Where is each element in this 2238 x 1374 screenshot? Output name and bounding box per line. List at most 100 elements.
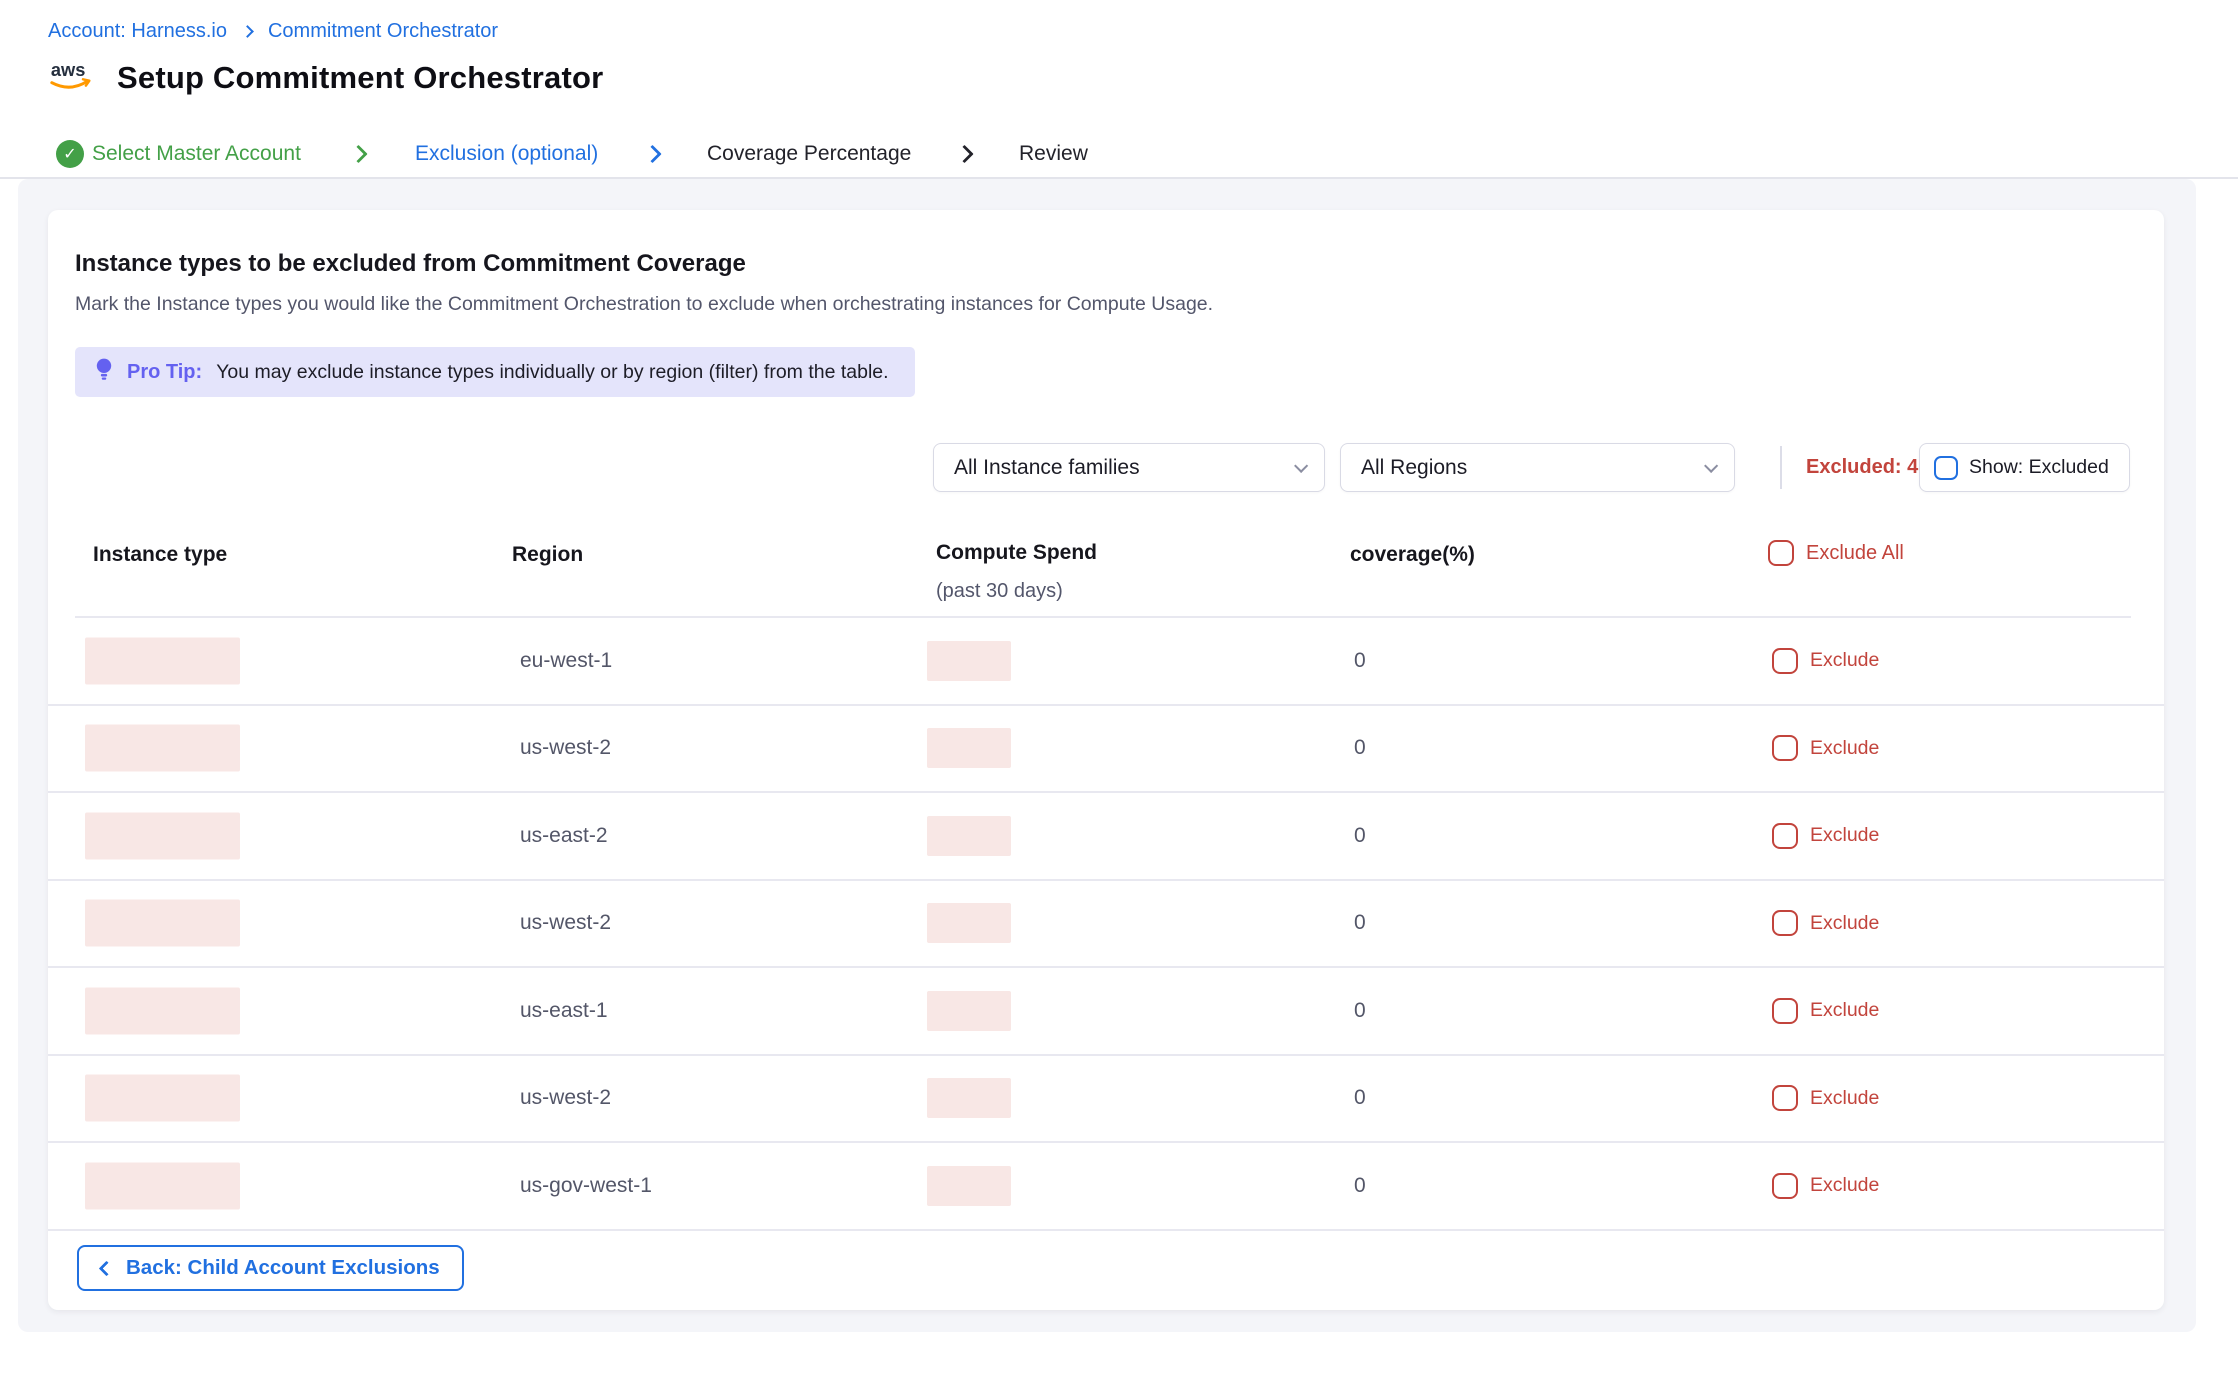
card-subheading: Mark the Instance types you would like t… [75,293,1213,316]
region-cell: us-west-2 [520,736,611,760]
column-header-compute-spend-sub: (past 30 days) [936,580,1063,603]
page-title: Setup Commitment Orchestrator [117,60,603,96]
compute-spend-placeholder [927,903,1011,943]
instance-type-placeholder [85,987,240,1034]
instance-type-placeholder [85,1162,240,1209]
coverage-cell: 0 [1354,1086,1366,1110]
step-wizard: ✓ Select Master Account Exclusion (optio… [0,130,2238,178]
filters-divider [1780,446,1782,489]
table-row: us-gov-west-1 0 Exclude [48,1143,2164,1231]
region-cell: us-east-1 [520,999,608,1023]
exclude-checkbox[interactable] [1772,998,1798,1024]
tab-select-master-account[interactable]: Select Master Account [92,142,301,166]
chevron-left-icon [99,1260,115,1276]
column-header-compute-spend: Compute Spend [936,541,1097,565]
back-button-label: Back: Child Account Exclusions [126,1256,440,1280]
exclude-checkbox[interactable] [1772,823,1798,849]
excluded-count-badge: Excluded: 41 [1806,456,1929,479]
exclude-control: Exclude [1772,648,1879,674]
breadcrumb-account-link[interactable]: Account: Harness.io [48,20,227,43]
instance-families-select[interactable]: All Instance families [933,443,1325,492]
exclude-control: Exclude [1772,735,1879,761]
exclude-checkbox[interactable] [1772,1173,1798,1199]
coverage-cell: 0 [1354,999,1366,1023]
instance-families-value: All Instance families [954,456,1140,480]
table-row: us-east-1 0 Exclude [48,968,2164,1056]
exclude-label[interactable]: Exclude [1810,1087,1879,1110]
chevron-right-icon [643,145,661,163]
protip-text: You may exclude instance types individua… [216,361,888,384]
show-excluded-label: Show: Excluded [1969,456,2109,479]
check-circle-icon: ✓ [56,140,84,168]
table-row: us-east-2 0 Exclude [48,793,2164,881]
chevron-down-icon [1704,458,1718,472]
exclude-label[interactable]: Exclude [1810,649,1879,672]
column-header-region: Region [512,543,583,567]
exclude-label[interactable]: Exclude [1810,824,1879,847]
coverage-cell: 0 [1354,824,1366,848]
exclude-control: Exclude [1772,910,1879,936]
protip-banner: Pro Tip: You may exclude instance types … [75,347,915,397]
compute-spend-placeholder [927,728,1011,768]
coverage-cell: 0 [1354,911,1366,935]
compute-spend-placeholder [927,1078,1011,1118]
tab-coverage-percentage[interactable]: Coverage Percentage [707,142,911,166]
chevron-right-icon [349,145,367,163]
region-cell: eu-west-1 [520,649,612,673]
app-header: aws Setup Commitment Orchestrator [48,56,603,99]
region-cell: us-west-2 [520,1086,611,1110]
compute-spend-placeholder [927,641,1011,681]
svg-text:aws: aws [51,59,85,80]
compute-spend-placeholder [927,991,1011,1031]
breadcrumb-page-link[interactable]: Commitment Orchestrator [268,20,498,43]
table-row: us-west-2 0 Exclude [48,706,2164,794]
coverage-cell: 0 [1354,1174,1366,1198]
exclude-control: Exclude [1772,1173,1879,1199]
protip-label: Pro Tip: [127,361,202,384]
show-excluded-checkbox[interactable] [1934,456,1958,480]
instance-type-placeholder [85,637,240,684]
exclusion-card: Instance types to be excluded from Commi… [48,210,2164,1310]
coverage-cell: 0 [1354,649,1366,673]
chevron-right-icon [955,145,973,163]
compute-spend-placeholder [927,816,1011,856]
instance-type-placeholder [85,812,240,859]
tab-review[interactable]: Review [1019,142,1088,166]
region-cell: us-gov-west-1 [520,1174,652,1198]
exclude-all-checkbox[interactable] [1768,540,1794,566]
exclude-all-label[interactable]: Exclude All [1806,542,1904,565]
instance-type-placeholder [85,900,240,947]
regions-value: All Regions [1361,456,1467,480]
show-excluded-toggle[interactable]: Show: Excluded [1919,443,2130,492]
region-cell: us-west-2 [520,911,611,935]
tab-exclusion[interactable]: Exclusion (optional) [415,142,598,166]
exclude-checkbox[interactable] [1772,735,1798,761]
exclude-control: Exclude [1772,998,1879,1024]
breadcrumb-chevron-icon [241,25,254,38]
aws-logo-icon: aws [48,56,96,99]
exclude-checkbox[interactable] [1772,648,1798,674]
compute-spend-placeholder [927,1166,1011,1206]
exclude-label[interactable]: Exclude [1810,999,1879,1022]
exclude-label[interactable]: Exclude [1810,1174,1879,1197]
exclude-all-control: Exclude All [1768,540,1904,566]
exclude-label[interactable]: Exclude [1810,912,1879,935]
back-button[interactable]: Back: Child Account Exclusions [77,1245,464,1291]
region-cell: us-east-2 [520,824,608,848]
table-row: us-west-2 0 Exclude [48,881,2164,969]
instance-type-placeholder [85,1075,240,1122]
exclude-label[interactable]: Exclude [1810,737,1879,760]
exclude-checkbox[interactable] [1772,1085,1798,1111]
chevron-down-icon [1294,458,1308,472]
exclude-checkbox[interactable] [1772,910,1798,936]
breadcrumb: Account: Harness.io Commitment Orchestra… [48,20,498,43]
exclude-control: Exclude [1772,1085,1879,1111]
exclusion-table: eu-west-1 0 Exclude us-west-2 0 Exclude … [48,618,2164,1231]
lightbulb-icon [95,356,113,389]
column-header-instance-type: Instance type [93,543,227,567]
coverage-cell: 0 [1354,736,1366,760]
table-row: us-west-2 0 Exclude [48,1056,2164,1144]
table-row: eu-west-1 0 Exclude [48,618,2164,706]
regions-select[interactable]: All Regions [1340,443,1735,492]
column-header-coverage: coverage(%) [1350,543,1475,567]
